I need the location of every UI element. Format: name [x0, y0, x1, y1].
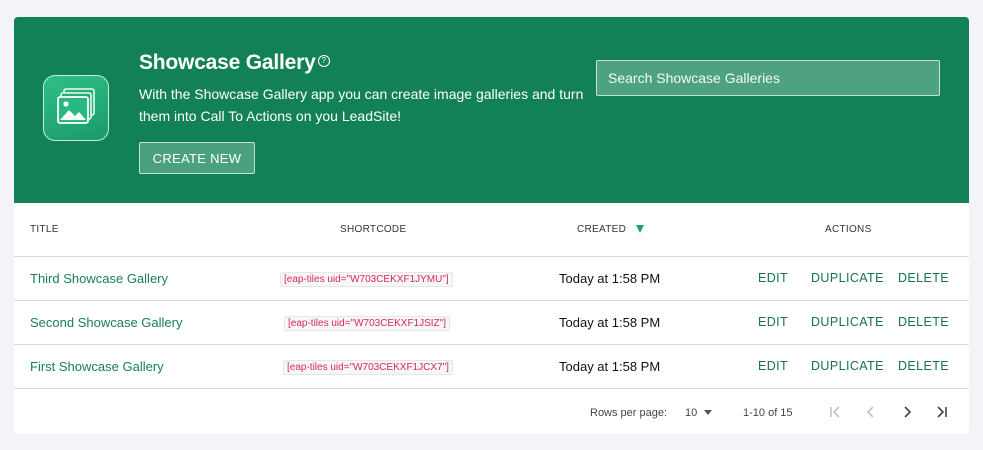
gallery-card: Showcase Gallery? With the Showcase Gall… [14, 17, 969, 434]
delete-button[interactable]: DELETE [898, 315, 949, 329]
pagination-bar: Rows per page: 10 1-10 of 15 [14, 389, 969, 434]
shortcode-value: [eap-tiles uid="W703CEKXF1JYMU"] [280, 272, 453, 287]
search-input[interactable] [596, 60, 940, 96]
rows-per-page-value: 10 [685, 407, 698, 419]
created-date: Today at 1:58 PM [559, 315, 661, 330]
create-new-button[interactable]: CREATE NEW [139, 142, 255, 174]
created-date: Today at 1:58 PM [559, 271, 661, 286]
shortcode-value: [eap-tiles uid="W703CEKXF1JCX7"] [283, 360, 453, 375]
rows-per-page-label: Rows per page: [590, 407, 668, 419]
gallery-title-link[interactable]: Second Showcase Gallery [30, 315, 182, 330]
gallery-title-link[interactable]: First Showcase Gallery [30, 359, 164, 374]
page-title: Showcase Gallery? [139, 51, 330, 75]
last-page-icon[interactable] [933, 403, 951, 421]
rows-per-page-select[interactable]: 10 [685, 407, 713, 419]
delete-button[interactable]: DELETE [898, 271, 949, 285]
page-range: 1-10 of 15 [743, 407, 793, 419]
created-date: Today at 1:58 PM [559, 359, 661, 374]
first-page-icon[interactable] [826, 403, 844, 421]
shortcode-value: [eap-tiles uid="W703CEKXF1JSIZ"] [284, 316, 450, 331]
app-header: Showcase Gallery? With the Showcase Gall… [14, 17, 969, 203]
column-header-title[interactable]: TITLE [30, 224, 59, 235]
edit-button[interactable]: EDIT [758, 359, 788, 373]
table-header: TITLE SHORTCODE CREATED ACTIONS [14, 203, 969, 257]
galleries-table: TITLE SHORTCODE CREATED ACTIONS Third Sh… [14, 203, 969, 434]
column-header-shortcode: SHORTCODE [340, 224, 407, 235]
duplicate-button[interactable]: DUPLICATE [811, 271, 884, 285]
gallery-icon [43, 75, 109, 141]
chevron-down-icon [704, 410, 713, 415]
app-description: With the Showcase Gallery app you can cr… [139, 86, 584, 124]
duplicate-button[interactable]: DUPLICATE [811, 315, 884, 329]
page-title-text: Showcase Gallery [139, 51, 316, 74]
table-row: First Showcase Gallery [eap-tiles uid="W… [14, 345, 969, 389]
table-row: Second Showcase Gallery [eap-tiles uid="… [14, 301, 969, 345]
gallery-title-link[interactable]: Third Showcase Gallery [30, 271, 168, 286]
edit-button[interactable]: EDIT [758, 315, 788, 329]
delete-button[interactable]: DELETE [898, 359, 949, 373]
column-header-created-label: CREATED [577, 224, 627, 235]
column-header-actions: ACTIONS [825, 224, 872, 235]
column-header-created[interactable]: CREATED [577, 224, 645, 235]
edit-button[interactable]: EDIT [758, 271, 788, 285]
sort-descending-icon[interactable] [636, 225, 645, 233]
next-page-icon[interactable] [898, 403, 916, 421]
table-row: Third Showcase Gallery [eap-tiles uid="W… [14, 257, 969, 301]
help-icon[interactable]: ? [317, 55, 330, 67]
previous-page-icon[interactable] [862, 403, 880, 421]
duplicate-button[interactable]: DUPLICATE [811, 359, 884, 373]
